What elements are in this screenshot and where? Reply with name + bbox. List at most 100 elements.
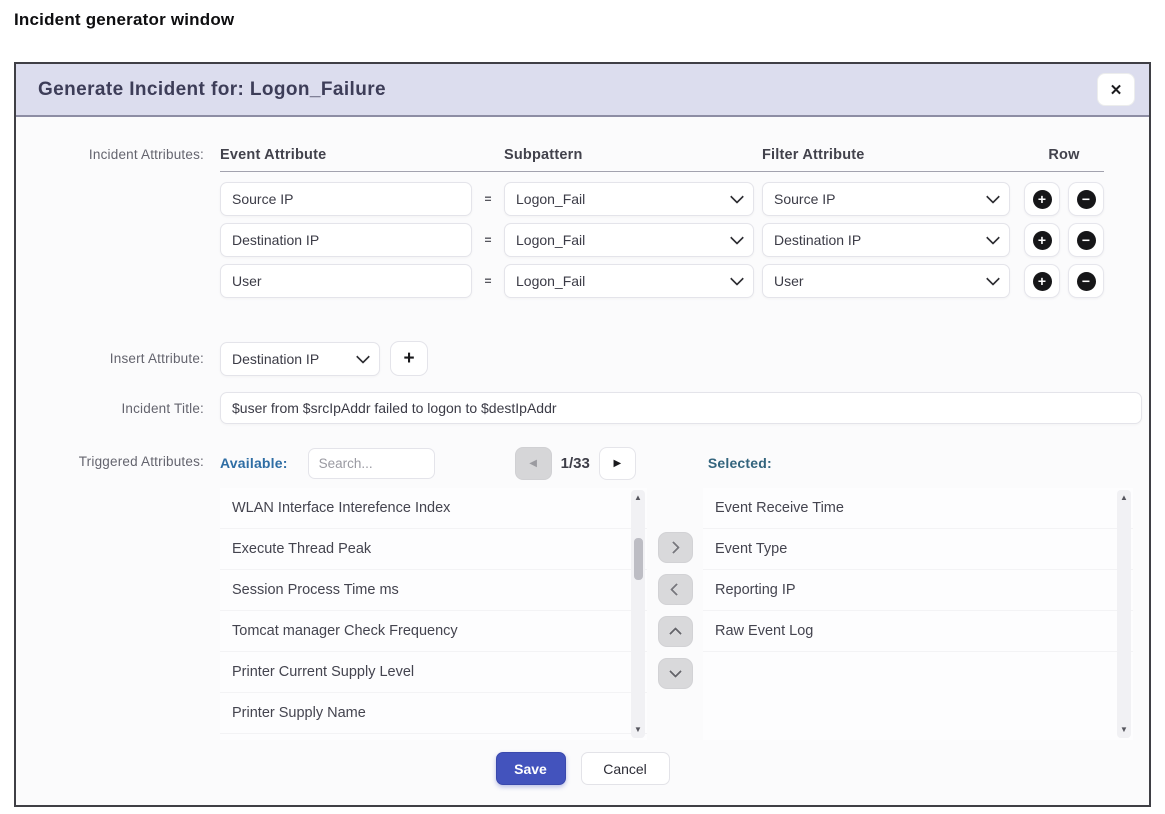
- incident-attributes-section: Incident Attributes: Event Attribute Sub…: [16, 147, 1149, 305]
- event-attribute-input[interactable]: [220, 223, 472, 257]
- list-item[interactable]: Password Last Set: [220, 734, 647, 740]
- insert-attribute-value: Destination IP: [232, 351, 319, 367]
- move-left-button[interactable]: [658, 574, 693, 605]
- event-attribute-input[interactable]: [220, 182, 472, 216]
- subpattern-select[interactable]: Logon_Fail: [504, 264, 754, 298]
- column-header-filter-attribute: Filter Attribute: [762, 147, 1024, 163]
- list-item[interactable]: Printer Current Supply Level: [220, 652, 647, 693]
- add-row-button[interactable]: +: [1024, 264, 1060, 298]
- plus-icon: +: [403, 348, 414, 370]
- scroll-down-icon[interactable]: ▼: [1117, 724, 1131, 736]
- list-item[interactable]: WLAN Interface Interefence Index: [220, 488, 647, 529]
- list-item[interactable]: Session Process Time ms: [220, 570, 647, 611]
- chevron-down-icon: [669, 665, 682, 678]
- save-button[interactable]: Save: [496, 752, 566, 785]
- close-button[interactable]: ✕: [1097, 73, 1135, 106]
- next-page-button[interactable]: ▶: [599, 447, 636, 480]
- page-indicator: 1/33: [561, 455, 590, 472]
- generate-incident-dialog: Generate Incident for: Logon_Failure ✕ I…: [14, 62, 1151, 807]
- list-item[interactable]: Reporting IP: [703, 570, 1133, 611]
- list-item[interactable]: Event Type: [703, 529, 1133, 570]
- page-title: Incident generator window: [14, 10, 234, 30]
- move-right-button[interactable]: [658, 532, 693, 563]
- remove-row-button[interactable]: −: [1068, 182, 1104, 216]
- chevron-down-icon: [986, 231, 1000, 245]
- chevron-down-icon: [730, 231, 744, 245]
- move-up-button[interactable]: [658, 616, 693, 647]
- list-item[interactable]: Printer Supply Name: [220, 693, 647, 734]
- dialog-title: Generate Incident for: Logon_Failure: [38, 79, 386, 101]
- triggered-attributes-toolbar: Available: ◀ 1/33 ▶ Selected:: [220, 446, 1133, 480]
- subpattern-value: Logon_Fail: [516, 273, 585, 289]
- remove-row-button[interactable]: −: [1068, 223, 1104, 257]
- scroll-down-icon[interactable]: ▼: [631, 724, 645, 736]
- list-item[interactable]: Execute Thread Peak: [220, 529, 647, 570]
- scroll-up-icon[interactable]: ▲: [1117, 492, 1131, 504]
- filter-attribute-value: Source IP: [774, 191, 835, 207]
- insert-attribute-select[interactable]: Destination IP: [220, 342, 380, 376]
- selected-label: Selected:: [708, 455, 772, 471]
- attribute-row: = Logon_Fail Source IP +: [220, 182, 1104, 216]
- available-list: WLAN Interface Interefence Index Execute…: [220, 488, 647, 740]
- triggered-attributes-label: Triggered Attributes:: [16, 446, 204, 740]
- subpattern-select[interactable]: Logon_Fail: [504, 182, 754, 216]
- incident-attributes-label: Incident Attributes:: [16, 147, 204, 305]
- plus-circle-icon: +: [1033, 190, 1052, 209]
- column-header-event-attribute: Event Attribute: [220, 147, 504, 163]
- chevron-down-icon: [730, 190, 744, 204]
- header-divider: [220, 171, 1104, 172]
- incident-title-label: Incident Title:: [16, 401, 204, 416]
- chevron-left-icon: [670, 583, 683, 596]
- search-input[interactable]: [308, 448, 435, 479]
- transfer-buttons: [647, 488, 703, 740]
- attribute-row: = Logon_Fail User +: [220, 264, 1104, 298]
- event-attribute-input[interactable]: [220, 264, 472, 298]
- next-page-icon: ▶: [613, 458, 621, 469]
- remove-row-button[interactable]: −: [1068, 264, 1104, 298]
- add-row-button[interactable]: +: [1024, 182, 1060, 216]
- insert-attribute-add-button[interactable]: +: [390, 341, 428, 376]
- chevron-up-icon: [669, 627, 682, 640]
- filter-attribute-select[interactable]: Source IP: [762, 182, 1010, 216]
- minus-circle-icon: −: [1077, 190, 1096, 209]
- chevron-down-icon: [730, 272, 744, 286]
- add-row-button[interactable]: +: [1024, 223, 1060, 257]
- equals-sign: =: [472, 192, 504, 206]
- filter-attribute-value: User: [774, 273, 804, 289]
- triggered-attributes-section: Triggered Attributes: Available: ◀ 1/33 …: [16, 446, 1149, 740]
- previous-page-button[interactable]: ◀: [515, 447, 552, 480]
- scrollbar-thumb[interactable]: [634, 538, 643, 580]
- list-item[interactable]: Tomcat manager Check Frequency: [220, 611, 647, 652]
- previous-page-icon: ◀: [529, 458, 537, 469]
- incident-title-section: Incident Title:: [16, 392, 1149, 424]
- pagination: ◀ 1/33 ▶: [515, 447, 636, 480]
- dialog-footer: Save Cancel: [16, 752, 1149, 785]
- minus-circle-icon: −: [1077, 272, 1096, 291]
- column-header-subpattern: Subpattern: [504, 147, 762, 163]
- list-item[interactable]: Raw Event Log: [703, 611, 1133, 652]
- available-label: Available:: [220, 455, 288, 471]
- close-icon: ✕: [1110, 81, 1123, 99]
- move-down-button[interactable]: [658, 658, 693, 689]
- subpattern-value: Logon_Fail: [516, 232, 585, 248]
- equals-sign: =: [472, 274, 504, 288]
- subpattern-value: Logon_Fail: [516, 191, 585, 207]
- dialog-body: Incident Attributes: Event Attribute Sub…: [16, 117, 1149, 740]
- plus-circle-icon: +: [1033, 272, 1052, 291]
- subpattern-select[interactable]: Logon_Fail: [504, 223, 754, 257]
- column-header-row: Row: [1024, 147, 1104, 163]
- list-item[interactable]: Event Receive Time: [703, 488, 1133, 529]
- chevron-down-icon: [986, 190, 1000, 204]
- cancel-button[interactable]: Cancel: [581, 752, 670, 785]
- scroll-up-icon[interactable]: ▲: [631, 492, 645, 504]
- filter-attribute-value: Destination IP: [774, 232, 861, 248]
- attributes-table-header: Event Attribute Subpattern Filter Attrib…: [220, 147, 1104, 163]
- filter-attribute-select[interactable]: User: [762, 264, 1010, 298]
- equals-sign: =: [472, 233, 504, 247]
- chevron-right-icon: [667, 541, 680, 554]
- filter-attribute-select[interactable]: Destination IP: [762, 223, 1010, 257]
- incident-title-input[interactable]: [220, 392, 1142, 424]
- insert-attribute-label: Insert Attribute:: [16, 351, 204, 366]
- available-scrollbar[interactable]: ▲ ▼: [631, 490, 645, 738]
- selected-scrollbar[interactable]: ▲ ▼: [1117, 490, 1131, 738]
